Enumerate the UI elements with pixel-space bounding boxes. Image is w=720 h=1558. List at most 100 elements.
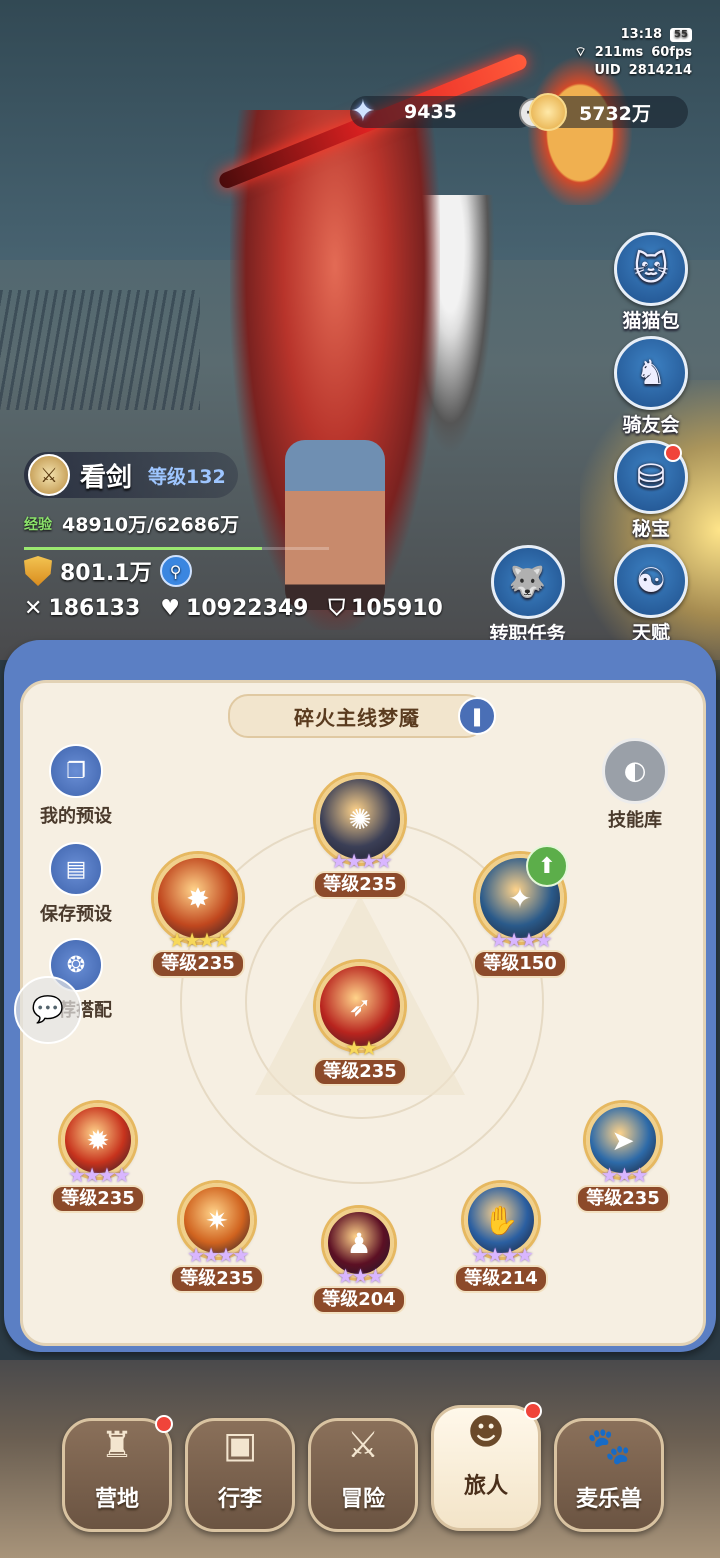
- stats-row: ✕ 186133 ♥ 10922349 ⛉ 105910: [24, 596, 443, 621]
- player-level: 等级132: [148, 465, 226, 488]
- luggage-icon: ▣: [222, 1425, 257, 1466]
- skill-stars: ★★★: [600, 1163, 649, 1187]
- battery-icon: 55: [670, 28, 692, 42]
- upgrade-arrow-icon[interactable]: ⬆: [526, 845, 568, 887]
- notification-badge: [155, 1415, 173, 1433]
- panel-title[interactable]: 碎火主线梦魇: [228, 694, 486, 738]
- book-icon[interactable]: ❚: [458, 697, 496, 735]
- uid-label: UID: [594, 63, 621, 78]
- wifi-icon: ⌔: [574, 45, 587, 60]
- skill-slot[interactable]: ✺ ★★★★ 等级235: [305, 775, 415, 899]
- experience-row: 经验 48910万/62686万: [24, 510, 239, 537]
- skill-stars: ★★★★: [187, 1243, 250, 1267]
- exp-value: 48910万/62686万: [62, 514, 240, 536]
- treasure-button[interactable]: ⛁ 秘宝: [612, 440, 690, 541]
- nav-luggage-button[interactable]: ▣ 行李: [185, 1418, 295, 1532]
- combat-power-row: 801.1万 ⚲: [24, 555, 192, 587]
- skill-slot[interactable]: ✹ ★★★★ 等级235: [43, 1103, 153, 1213]
- skill-stars: ★★★★: [68, 1163, 131, 1187]
- nav-camp-label: 营地: [94, 1487, 139, 1512]
- cards-icon: ❐: [49, 744, 103, 798]
- save-preset-button[interactable]: ▤ 保存预设: [30, 842, 122, 926]
- coin-amount: 5732万: [579, 102, 651, 125]
- notification-badge: [524, 1402, 542, 1420]
- player-legs: [285, 440, 385, 610]
- hp-value: 10922349: [186, 596, 309, 621]
- coin-icon: [529, 93, 567, 131]
- nav-traveler-label: 旅人: [463, 1474, 508, 1499]
- skill-slot[interactable]: ✷ ★★★★ 等级235: [162, 1183, 272, 1293]
- defense-value: 105910: [351, 596, 443, 621]
- exp-bar-fill: [24, 547, 262, 550]
- talent-button[interactable]: ☯ 天赋: [612, 544, 690, 645]
- skill-library-label: 技能库: [608, 810, 662, 831]
- horse-icon: ♞: [614, 336, 688, 410]
- star-gem-icon: ✦: [350, 93, 376, 129]
- nav-beast-label: 麦乐兽: [575, 1487, 642, 1512]
- nav-adventure-button[interactable]: ⚔ 冒险: [308, 1418, 418, 1532]
- skill-level: 等级235: [576, 1185, 670, 1213]
- skill-stars: ★★★: [336, 1264, 385, 1288]
- coin-currency: 5732万: [529, 93, 688, 131]
- wolf-icon: 🐺: [490, 545, 565, 619]
- shield-icon: ⛉: [328, 596, 346, 621]
- uid-value: 2814214: [628, 63, 692, 78]
- background-grass: [0, 290, 200, 410]
- clock: 13:18: [620, 27, 662, 42]
- notification-badge: [664, 444, 682, 462]
- save-preset-label: 保存预设: [40, 904, 112, 925]
- treasure-label: 秘宝: [631, 518, 670, 540]
- skill-slot[interactable]: ✋ ★★★★ 等级214: [446, 1183, 556, 1293]
- ping: 211ms: [594, 45, 644, 60]
- traveler-icon: ☻: [467, 1412, 505, 1453]
- skill-stars: ★★★★: [471, 1243, 534, 1267]
- skill-stars: ★★★★: [490, 928, 553, 952]
- skill-library-button[interactable]: ◐ 技能库: [598, 738, 672, 832]
- skill-level: 等级150: [473, 950, 567, 978]
- exp-label: 经验: [24, 516, 52, 533]
- my-preset-button[interactable]: ❐ 我的预设: [30, 744, 122, 828]
- class-emblem-icon: ⚔: [28, 454, 70, 496]
- fps: 60fps: [651, 45, 692, 60]
- skill-level: 等级235: [51, 1185, 145, 1213]
- defense-stat: ⛉ 105910: [329, 596, 443, 621]
- skill-slot[interactable]: ✸ ★★★★ 等级235: [143, 854, 253, 978]
- castle-icon: ♜: [100, 1425, 134, 1466]
- attack-value: 186133: [48, 596, 141, 621]
- skill-slot[interactable]: ➤ ★★★ 等级235: [568, 1103, 678, 1213]
- gem-currency: ✦ 9435 +: [350, 94, 549, 129]
- skill-level: 等级235: [151, 950, 245, 978]
- nav-camp-button[interactable]: ♜ 营地: [62, 1415, 173, 1532]
- heart-icon: ♥: [160, 596, 181, 621]
- nav-beast-button[interactable]: 🐾 麦乐兽: [554, 1418, 664, 1532]
- exp-bar: [24, 547, 329, 550]
- skill-stars: ★★★★: [330, 849, 393, 873]
- skill-slot[interactable]: ♟ ★★★ 等级204: [304, 1208, 414, 1314]
- skill-stars: ★★: [345, 1036, 378, 1060]
- skill-library-icon: ◐: [602, 738, 668, 804]
- crossed-swords-icon: ⚔: [346, 1425, 380, 1466]
- nav-luggage-label: 行李: [217, 1487, 262, 1512]
- riding-club-button[interactable]: ♞ 骑友会: [612, 336, 690, 437]
- attack-stat: ✕ 186133: [24, 596, 140, 621]
- gem-amount: 9435: [404, 101, 457, 123]
- cat-bag-button[interactable]: 🐱 猫猫包: [612, 232, 690, 333]
- skill-level: 等级235: [313, 871, 407, 899]
- search-icon[interactable]: ⚲: [159, 555, 192, 587]
- brain-icon: ☯: [614, 544, 688, 618]
- hp-stat: ♥ 10922349: [160, 596, 308, 621]
- beast-icon: 🐾: [586, 1426, 632, 1467]
- skill-level: 等级204: [312, 1286, 406, 1314]
- skill-slot[interactable]: ➶ ★★ 等级235: [305, 962, 415, 1086]
- cat-bag-label: 猫猫包: [622, 310, 680, 332]
- job-change-quest-button[interactable]: 🐺 转职任务: [480, 545, 575, 646]
- chat-bubble-icon[interactable]: 💬: [14, 976, 82, 1044]
- nav-traveler-button[interactable]: ☻ 旅人: [431, 1402, 542, 1531]
- nav-adventure-label: 冒险: [340, 1487, 385, 1512]
- player-name-plate[interactable]: ⚔ 看剑 等级132: [24, 452, 238, 498]
- skill-level: 等级214: [454, 1265, 548, 1293]
- skill-stars: ★★★★: [168, 928, 231, 952]
- my-preset-label: 我的预设: [40, 806, 112, 827]
- player-character: [230, 110, 440, 630]
- status-overlay: 13:18 55 ⌔ 211ms 60fps UID 2814214: [575, 26, 692, 80]
